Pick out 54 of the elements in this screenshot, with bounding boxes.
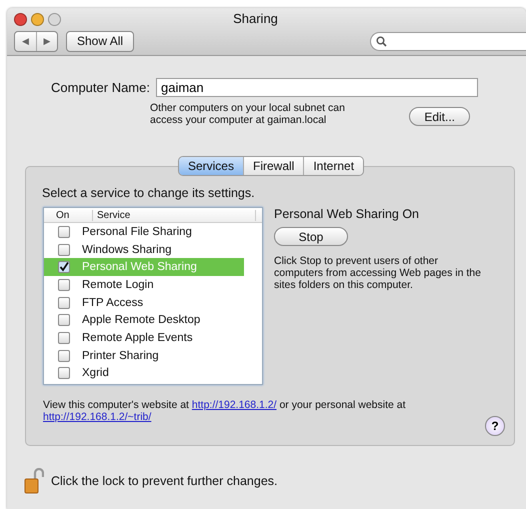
service-row[interactable]: Remote Login bbox=[44, 276, 244, 294]
service-row[interactable]: Xgrid bbox=[44, 364, 244, 382]
search-field[interactable] bbox=[370, 32, 526, 50]
window-title: Sharing bbox=[233, 11, 278, 26]
service-description: Click Stop to prevent users of other computers from accessing Web pages in the sites folders on this computer. bbox=[274, 255, 482, 291]
website-note: View this computer's website at http://192.168.1.2/ or your personal website at http://192.168.1.2/~trib/ bbox=[43, 399, 407, 423]
service-name: Apple Remote Desktop bbox=[82, 314, 200, 326]
service-name: Personal File Sharing bbox=[82, 226, 192, 238]
forward-button[interactable]: ▶ bbox=[36, 32, 57, 50]
checkbox[interactable] bbox=[58, 278, 70, 291]
zoom-button[interactable] bbox=[48, 12, 61, 26]
tab[interactable]: Firewall bbox=[242, 157, 304, 175]
service-name: Remote Apple Events bbox=[82, 332, 193, 344]
service-name: Xgrid bbox=[82, 367, 109, 380]
service-row[interactable]: Printer Sharing bbox=[44, 346, 244, 364]
checkbox[interactable] bbox=[58, 350, 70, 362]
service-row[interactable]: FTP Access bbox=[44, 294, 244, 312]
checkbox[interactable] bbox=[58, 244, 70, 256]
computer-name-field[interactable]: gaiman bbox=[156, 78, 478, 97]
lock-icon bbox=[24, 468, 44, 494]
service-name: FTP Access bbox=[82, 296, 144, 309]
column-header[interactable]: On bbox=[44, 210, 93, 220]
checkbox[interactable] bbox=[58, 296, 70, 309]
lock-text: Click the lock to prevent further changes. bbox=[51, 474, 278, 488]
checkbox[interactable] bbox=[58, 332, 70, 344]
minimize-button[interactable] bbox=[31, 12, 44, 26]
checkbox[interactable] bbox=[58, 226, 70, 238]
checkbox[interactable] bbox=[58, 261, 70, 274]
hostname-note: Other computers on your local subnet can access your computer at gaiman.local bbox=[150, 102, 346, 126]
service-row[interactable]: Windows Sharing bbox=[44, 240, 244, 258]
computer-name-label: Computer Name: bbox=[51, 80, 150, 95]
service-row[interactable]: Remote Apple Events bbox=[44, 329, 244, 347]
close-button[interactable] bbox=[14, 12, 27, 26]
show-all-button[interactable]: Show All bbox=[66, 30, 134, 52]
service-name: Personal Web Sharing bbox=[82, 261, 197, 274]
website-link[interactable]: http://192.168.1.2/ bbox=[192, 399, 277, 411]
search-icon bbox=[376, 36, 387, 46]
checkbox[interactable] bbox=[58, 367, 70, 380]
service-name: Remote Login bbox=[82, 278, 154, 291]
back-button[interactable]: ◀ bbox=[15, 32, 36, 50]
stop-button[interactable]: Stop bbox=[274, 227, 348, 246]
tab[interactable]: Internet bbox=[303, 157, 364, 175]
help-button[interactable]: ? bbox=[485, 416, 505, 436]
instruction-text: Select a service to change its settings. bbox=[42, 186, 256, 200]
service-name: Windows Sharing bbox=[82, 244, 172, 256]
edit-button[interactable]: Edit... bbox=[409, 107, 470, 126]
service-row[interactable]: Personal File Sharing bbox=[44, 223, 244, 241]
website-link[interactable]: http://192.168.1.2/~trib/ bbox=[43, 411, 152, 423]
tab[interactable]: Services bbox=[178, 157, 243, 175]
service-row[interactable]: Apple Remote Desktop bbox=[44, 311, 244, 330]
service-status: Personal Web Sharing On bbox=[274, 207, 419, 221]
column-header[interactable]: Service bbox=[93, 210, 256, 220]
service-name: Printer Sharing bbox=[82, 350, 159, 362]
checkbox[interactable] bbox=[58, 314, 70, 326]
